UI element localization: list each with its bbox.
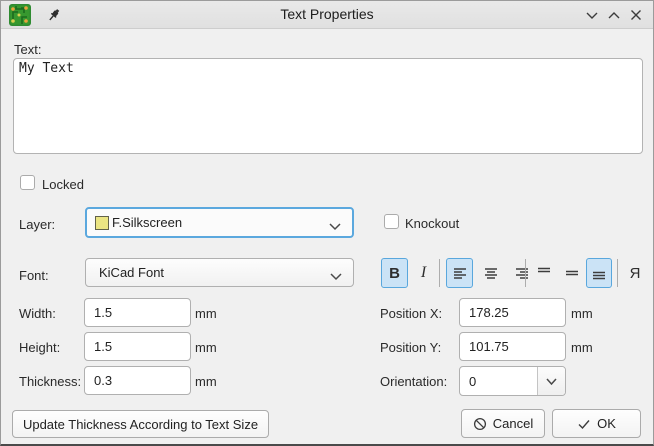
align-center-icon [484,268,497,279]
thickness-input[interactable] [84,366,191,395]
toolbar-separator [439,259,440,287]
valign-bottom-icon [593,271,605,280]
knockout-label: Knockout [405,216,460,231]
height-label: Height: [19,340,61,355]
valign-top-icon [537,267,550,273]
valign-top-button[interactable] [531,258,556,288]
orientation-dropdown-button[interactable] [537,367,565,395]
layer-select[interactable]: F.Silkscreen [85,207,354,238]
knockout-checkbox[interactable] [384,214,399,229]
layer-select-value: F.Silkscreen [112,215,183,230]
titlebar: Text Properties [1,1,653,29]
text-input[interactable]: My Text [13,58,643,154]
text-properties-dialog: Text Properties Text: My Text Locked Lay… [0,0,654,446]
valign-middle-icon [565,270,578,276]
position-y-input[interactable] [459,332,566,361]
cancel-icon [473,417,486,430]
valign-bottom-button[interactable] [586,258,612,288]
mirror-text-icon: Я [629,264,641,282]
width-label: Width: [19,306,56,321]
layer-label: Layer: [19,217,56,232]
font-select[interactable]: KiCad Font [85,258,354,287]
align-right-icon [515,268,528,279]
height-unit: mm [195,340,217,355]
locked-checkbox[interactable] [20,175,35,190]
thickness-label: Thickness: [19,374,82,389]
locked-label: Locked [42,177,84,192]
chevron-down-icon [328,219,342,234]
height-input[interactable] [84,332,191,361]
window-shade-button[interactable] [583,7,601,23]
update-thickness-label: Update Thickness According to Text Size [22,416,259,432]
toolbar-separator [525,259,526,287]
window-rollup-button[interactable] [605,7,623,23]
window-title: Text Properties [280,6,374,22]
align-left-button[interactable] [446,258,473,288]
ok-check-icon [578,419,590,429]
font-label: Font: [19,268,49,283]
ok-label: OK [597,416,616,431]
toolbar-separator [617,259,618,287]
italic-button[interactable]: I [410,258,437,288]
position-x-input[interactable] [459,298,566,327]
position-x-label: Position X: [380,306,443,321]
width-input[interactable] [84,298,191,327]
update-thickness-button[interactable]: Update Thickness According to Text Size [12,410,269,438]
orientation-value: 0 [469,373,477,389]
bold-button[interactable]: B [381,258,408,288]
orientation-combo[interactable]: 0 [459,366,566,396]
orientation-label: Orientation: [380,374,448,389]
chevron-down-icon [546,377,557,385]
chevron-down-icon [329,269,343,284]
position-x-unit: mm [571,306,593,321]
text-label: Text: [14,42,42,57]
bold-icon: B [389,264,400,282]
width-unit: mm [195,306,217,321]
ok-button[interactable]: OK [552,409,641,438]
italic-icon: I [420,264,427,281]
align-center-button[interactable] [477,258,504,288]
window-close-button[interactable] [627,7,645,23]
valign-middle-button[interactable] [559,258,584,288]
thickness-unit: mm [195,374,217,389]
position-y-label: Position Y: [380,340,442,355]
cancel-label: Cancel [492,416,534,431]
align-left-icon [453,268,466,279]
cancel-button[interactable]: Cancel [461,409,545,438]
mirror-text-button[interactable]: Я [622,258,648,288]
position-y-unit: mm [571,340,593,355]
font-select-value: KiCad Font [99,265,165,280]
layer-color-swatch [95,215,109,230]
